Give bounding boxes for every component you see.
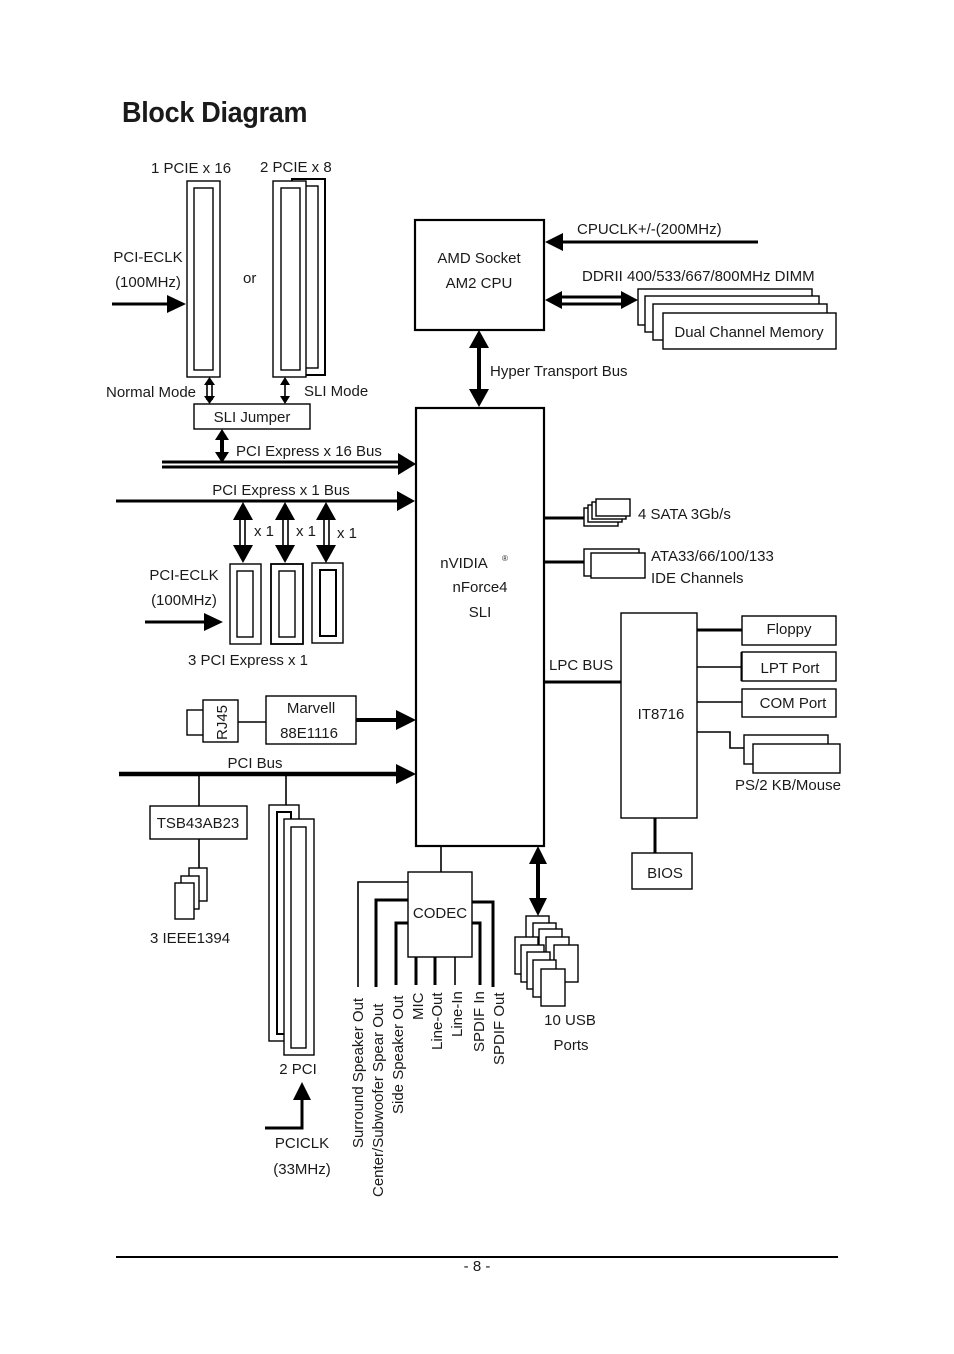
block-diagram: AMD Socket AM2 CPU CPUCLK+/-(200MHz) DDR… — [106, 159, 841, 1197]
ps2-label: PS/2 KB/Mouse — [735, 777, 841, 794]
pcie-x16-bus-label: PCI Express x 16 Bus — [236, 443, 382, 460]
hyper-transport-arrow: Hyper Transport Bus — [469, 330, 628, 407]
pcie-x1-slots-label: 3 PCI Express x 1 — [188, 652, 308, 669]
normal-mode-label: Normal Mode — [106, 384, 196, 401]
normal-mode-arrow: Normal Mode — [106, 377, 215, 404]
x1-label: x 1 — [296, 523, 316, 540]
audio-output-label: Surround Speaker Out — [350, 997, 367, 1148]
page-number: - 8 - — [463, 1258, 491, 1275]
pcieclk-mid-arrow: PCI-ECLK (100MHz) — [145, 567, 223, 631]
pci-bus: PCI Bus — [119, 755, 416, 784]
floppy-label: Floppy — [766, 621, 812, 638]
chipset-block: nVIDIA ® nForce4 SLI — [414, 406, 546, 848]
hyper-transport-label: Hyper Transport Bus — [490, 363, 628, 380]
pcie-x1-bus-label: PCI Express x 1 Bus — [212, 482, 350, 499]
firewire-chip: TSB43AB23 — [149, 805, 248, 840]
ieee1394-label: 3 IEEE1394 — [150, 930, 230, 947]
lan-label-2: 88E1116 — [280, 725, 338, 742]
rj45-port: RJ45 — [186, 699, 239, 743]
com-port: COM Port — [741, 688, 837, 718]
audio-output-label: Line-Out — [429, 992, 446, 1050]
pcie-x16-bus: PCI Express x 16 Bus — [162, 443, 416, 475]
x1-label: x 1 — [254, 523, 274, 540]
pcieclk-top-arrow: PCI-ECLK (100MHz) — [112, 249, 186, 313]
audio-output-label: Line-In — [449, 991, 466, 1037]
audio-output-labels: Surround Speaker Out Center/Subwoofer Sp… — [350, 991, 508, 1197]
pcie-x1-link: x 1 — [275, 502, 316, 563]
lpt-label: LPT Port — [761, 660, 821, 677]
ide-label-2: IDE Channels — [651, 570, 744, 587]
audio-output-label: SPDIF Out — [491, 992, 508, 1065]
pci-slots: 2 PCI — [268, 804, 317, 1078]
pcie-x1-link: x 1 — [233, 502, 274, 563]
pcie-x1-links: x 1 x 1 x 1 — [233, 502, 357, 563]
sli-jumper-label: SLI Jumper — [214, 409, 291, 426]
cpu-label-2: AM2 CPU — [446, 275, 513, 292]
lpt-port: LPT Port — [741, 651, 837, 682]
pcie-x8-label: 2 PCIE x 8 — [260, 159, 332, 176]
chipset-label-1: nVIDIA — [440, 555, 488, 572]
ps2-ports: PS/2 KB/Mouse — [735, 734, 841, 794]
pcie-x1-bus: PCI Express x 1 Bus — [116, 482, 415, 511]
pcieclk-mid-label-2: (100MHz) — [151, 592, 217, 609]
lan-chip: Marvell 88E1116 — [265, 695, 357, 745]
sli-mode-label: SLI Mode — [304, 383, 368, 400]
codec-label: CODEC — [413, 905, 467, 922]
audio-output-label: MIC — [410, 992, 427, 1020]
memory-spec-label: DDRII 400/533/667/800MHz DIMM — [582, 268, 815, 285]
cpu-clock-label: CPUCLK+/-(200MHz) — [577, 221, 722, 238]
usb-ports: 10 USB Ports — [514, 915, 596, 1054]
rj45-label: RJ45 — [214, 705, 231, 740]
cpu-label-1: AMD Socket — [437, 250, 521, 267]
lpc-bus: LPC BUS — [545, 657, 621, 684]
lan-label-1: Marvell — [287, 700, 335, 717]
superio-label: IT8716 — [638, 706, 685, 723]
cpu-block: AMD Socket AM2 CPU — [413, 218, 546, 332]
usb-label-2: Ports — [553, 1037, 588, 1054]
ide-ports: ATA33/66/100/133 IDE Channels — [583, 548, 774, 587]
sata-ports: 4 SATA 3Gb/s — [583, 498, 731, 527]
pcieclk-mid-label-1: PCI-ECLK — [149, 567, 218, 584]
pcieclk-top-label-1: PCI-ECLK — [113, 249, 182, 266]
sata-label: 4 SATA 3Gb/s — [638, 506, 731, 523]
superio-chip: IT8716 — [620, 612, 698, 819]
x1-label: x 1 — [337, 525, 357, 542]
pcie-x8-slots: 2 PCIE x 8 — [260, 159, 332, 378]
usb-label-1: 10 USB — [544, 1012, 596, 1029]
chipset-label-3: SLI — [469, 604, 492, 621]
pcieclk-top-label-2: (100MHz) — [115, 274, 181, 291]
memory-modules: Dual Channel Memory — [637, 288, 837, 350]
bios-chip: BIOS — [631, 852, 693, 890]
ps2-wire — [697, 731, 744, 749]
chipset-label-2: nForce4 — [452, 579, 507, 596]
audio-output-label: Center/Subwoofer Spear Out — [370, 1003, 387, 1197]
codec-chip: CODEC — [407, 871, 473, 958]
pci-bus-label: PCI Bus — [227, 755, 282, 772]
audio-output-label: SPDIF In — [471, 991, 488, 1052]
pciclk-arrow: PCICLK (33MHz) — [265, 1082, 331, 1178]
pcie-x16-slot: 1 PCIE x 16 — [151, 160, 231, 378]
firewire-chip-label: TSB43AB23 — [157, 815, 240, 832]
or-label: or — [243, 270, 256, 287]
sli-mode-arrow: SLI Mode — [280, 377, 368, 404]
pci-slots-label: 2 PCI — [279, 1061, 317, 1078]
com-label: COM Port — [760, 695, 828, 712]
cpu-clock-arrow: CPUCLK+/-(200MHz) — [545, 221, 758, 251]
lan-arrow — [356, 710, 416, 730]
floppy-port: Floppy — [741, 615, 837, 646]
audio-output-label: Side Speaker Out — [390, 995, 407, 1114]
registered-mark: ® — [502, 554, 508, 563]
pcie-x1-link: x 1 — [316, 502, 357, 563]
usb-arrow — [529, 846, 547, 916]
pcie-x16-label: 1 PCIE x 16 — [151, 160, 231, 177]
pciclk-label-2: (33MHz) — [273, 1161, 331, 1178]
memory-label: Dual Channel Memory — [674, 324, 824, 341]
bios-label: BIOS — [647, 865, 683, 882]
lpc-bus-label: LPC BUS — [549, 657, 613, 674]
ieee1394-ports: 3 IEEE1394 — [150, 867, 230, 947]
ide-label-1: ATA33/66/100/133 — [651, 548, 774, 565]
pciclk-label-1: PCICLK — [275, 1135, 329, 1152]
